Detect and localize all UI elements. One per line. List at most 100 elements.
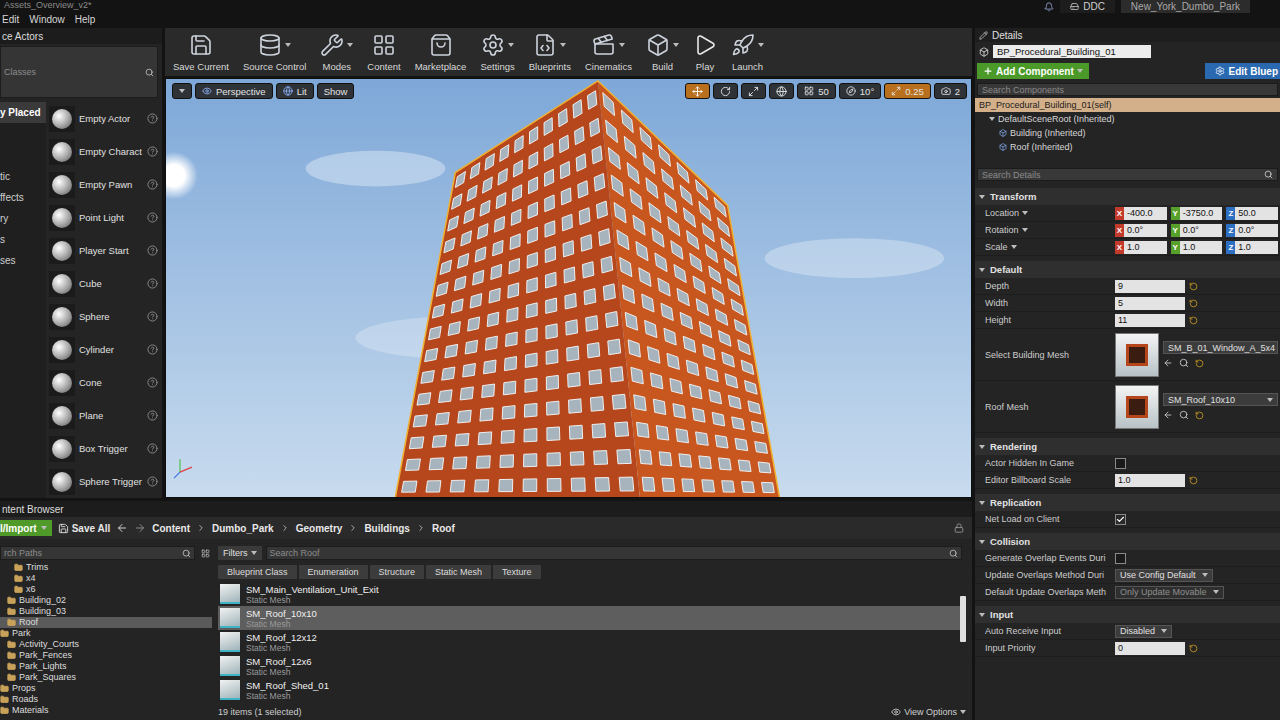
lighting-button[interactable]: Lit — [276, 83, 314, 99]
actor-item[interactable]: Cylinder — [46, 333, 162, 366]
filters-button[interactable]: Filters — [218, 546, 262, 560]
filter-chip[interactable]: Texture — [493, 565, 541, 579]
asset-thumbnail[interactable] — [1115, 333, 1159, 377]
actor-item[interactable]: Point Light — [46, 201, 162, 234]
number-field[interactable]: 11 — [1115, 314, 1185, 327]
help-icon[interactable] — [147, 113, 158, 124]
show-button[interactable]: Show — [317, 83, 355, 99]
checkbox[interactable] — [1115, 514, 1126, 525]
menu-item[interactable]: Edit — [2, 14, 19, 25]
help-icon[interactable] — [147, 179, 158, 190]
vector-field[interactable]: Z0.0° — [1226, 224, 1278, 237]
vector-field[interactable]: Y-3750.0 — [1171, 207, 1223, 220]
folder-item[interactable]: Park_Lights — [0, 661, 212, 672]
viewport-scene[interactable] — [166, 79, 971, 497]
actor-item[interactable]: Sphere Trigger — [46, 465, 162, 498]
view-options-button[interactable]: View Options — [891, 707, 966, 717]
toolbar-button[interactable]: Marketplace — [411, 32, 471, 72]
help-icon[interactable] — [147, 146, 158, 157]
menu-item[interactable]: Help — [75, 14, 96, 25]
actor-name-field[interactable]: BP_Procedural_Building_01 — [993, 45, 1151, 58]
dropdown[interactable]: Use Config Default — [1115, 569, 1213, 582]
category-item[interactable]: s — [0, 229, 46, 250]
notification-icon[interactable] — [1044, 2, 1054, 12]
section-header[interactable]: Transform — [975, 188, 1280, 205]
section-header[interactable]: Replication — [975, 494, 1280, 511]
asset-row[interactable]: SM_Roof_12x12Static Mesh — [218, 630, 960, 654]
help-icon[interactable] — [147, 245, 158, 256]
path-crumb[interactable]: Geometry — [296, 523, 343, 534]
viewport[interactable]: PerspectiveLitShow5010°0.252 — [165, 78, 972, 498]
category-item[interactable]: y Placed — [0, 102, 46, 123]
help-icon[interactable] — [147, 443, 158, 454]
component-item[interactable]: Building (Inherited) — [975, 126, 1280, 140]
folder-item[interactable]: Building_03 — [0, 606, 212, 617]
actor-item[interactable]: Empty Pawn — [46, 168, 162, 201]
asset-picker[interactable]: SM_Roof_10x10 — [1163, 393, 1278, 406]
reset-icon[interactable] — [1189, 316, 1198, 325]
asset-thumbnail[interactable] — [1115, 385, 1159, 429]
number-field[interactable]: 9 — [1115, 280, 1185, 293]
toolbar-button[interactable]: Cinematics — [581, 32, 636, 72]
scrollbar[interactable] — [960, 582, 966, 704]
vector-field[interactable]: Z50.0 — [1226, 207, 1278, 220]
path-crumb[interactable]: Content — [152, 523, 190, 534]
vector-field[interactable]: Z1.0 — [1226, 241, 1278, 254]
folder-item[interactable]: Park — [0, 628, 212, 639]
browse-icon[interactable] — [1179, 410, 1189, 420]
asset-row[interactable]: SM_Roof_12x6Static Mesh — [218, 654, 960, 678]
category-item[interactable]: ry — [0, 208, 46, 229]
toolbar-button[interactable]: Launch — [727, 32, 768, 72]
search-field[interactable]: Classes — [0, 46, 158, 98]
viewport-options[interactable] — [172, 83, 192, 99]
folder-item[interactable]: x6 — [0, 584, 212, 595]
checkbox[interactable] — [1115, 458, 1126, 469]
reset-icon[interactable] — [1189, 644, 1198, 653]
number-field[interactable]: 5 — [1115, 297, 1185, 310]
reset-icon[interactable] — [1195, 411, 1204, 420]
help-icon[interactable] — [147, 311, 158, 322]
vector-field[interactable]: X-400.0 — [1115, 207, 1167, 220]
scale-tool[interactable] — [741, 83, 766, 99]
building-face[interactable] — [395, 81, 639, 497]
details-search[interactable]: Search Details — [977, 168, 1278, 181]
filter-chip[interactable]: Structure — [370, 565, 425, 579]
vector-field[interactable]: X1.0 — [1115, 241, 1167, 254]
folder-item[interactable]: Building_02 — [0, 595, 212, 606]
toolbar-button[interactable]: Build — [642, 32, 683, 72]
folder-item[interactable]: Props — [0, 683, 212, 694]
filter-chip[interactable]: Enumeration — [299, 565, 368, 579]
category-item[interactable]: ses — [0, 250, 46, 271]
actor-item[interactable]: Cone — [46, 366, 162, 399]
import-button[interactable]: l/Import — [0, 520, 52, 536]
actor-item[interactable]: Box Trigger — [46, 432, 162, 465]
snap-setting[interactable]: 10° — [839, 83, 881, 99]
edit-blueprint-button[interactable]: Edit Bluep — [1205, 63, 1280, 79]
number-field[interactable]: 1.0 — [1124, 241, 1167, 254]
checkbox[interactable] — [1115, 553, 1126, 564]
asset-picker[interactable]: SM_B_01_Window_A_5x4 — [1163, 341, 1278, 354]
actor-item[interactable]: Cube — [46, 267, 162, 300]
number-field[interactable]: 50.0 — [1235, 207, 1278, 220]
category-item[interactable]: ffects — [0, 187, 46, 208]
actor-item[interactable]: Sphere — [46, 300, 162, 333]
project-tab[interactable]: DDC — [1060, 0, 1115, 13]
browse-icon[interactable] — [1179, 358, 1189, 368]
translate-tool[interactable] — [685, 83, 710, 99]
help-icon[interactable] — [147, 476, 158, 487]
panel-tab[interactable]: ce Actors — [0, 28, 162, 44]
number-field[interactable]: 1.0 — [1115, 474, 1185, 487]
project-tab[interactable]: New_York_Dumbo_Park — [1121, 0, 1250, 13]
menu-item[interactable]: Window — [29, 14, 65, 25]
folder-item[interactable]: Trims — [0, 562, 212, 573]
panel-tab[interactable]: Details — [975, 28, 1280, 42]
building-face[interactable] — [598, 81, 780, 497]
folder-item[interactable]: Materials — [0, 705, 212, 716]
toolbar-button[interactable]: Content — [363, 32, 404, 72]
number-field[interactable]: 0.0° — [1235, 224, 1278, 237]
number-field[interactable]: 0.0° — [1180, 224, 1223, 237]
toolbar-button[interactable]: Modes — [316, 32, 357, 72]
reset-icon[interactable] — [1189, 299, 1198, 308]
section-header[interactable]: Collision — [975, 533, 1280, 550]
folder-item[interactable]: Park_Fences — [0, 650, 212, 661]
